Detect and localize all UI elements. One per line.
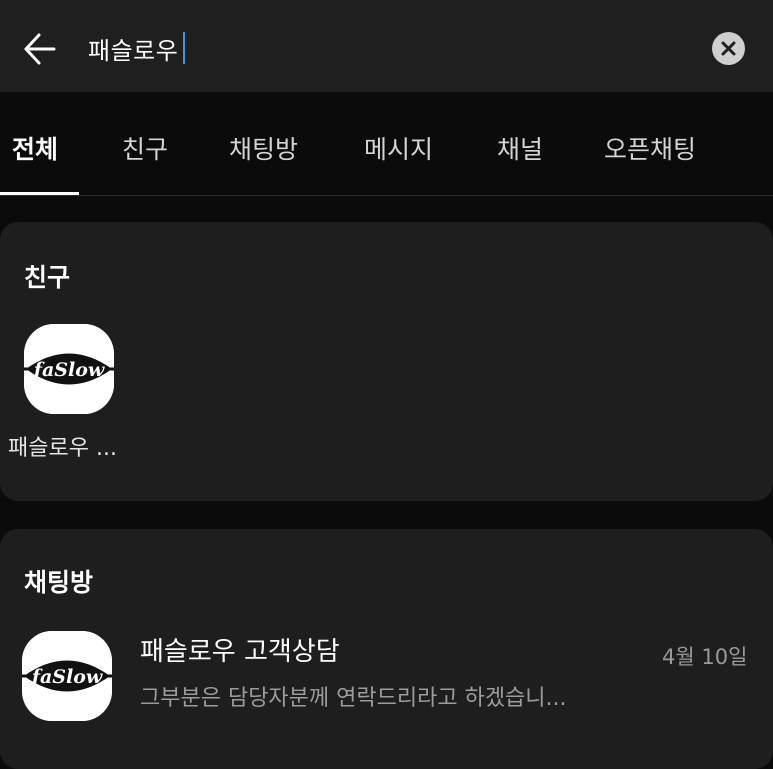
close-icon	[721, 41, 736, 56]
svg-text:faSlow: faSlow	[30, 666, 103, 688]
chatroom-date: 4월 10일	[662, 645, 748, 669]
chatroom-last-message: 그부분은 담당자분께 연락드리라고 하겠습니...	[140, 686, 567, 711]
chatroom-avatar: faSlow	[22, 631, 112, 721]
tab-open-chat[interactable]: 오픈채팅	[604, 130, 696, 166]
friend-name[interactable]: 패슬로우 ...	[8, 430, 117, 462]
search-bar: 패슬로우	[0, 0, 773, 92]
clear-search-button[interactable]	[712, 32, 745, 65]
tab-all[interactable]: 전체	[12, 130, 58, 166]
svg-text:faSlow: faSlow	[32, 359, 105, 381]
active-tab-indicator	[0, 192, 79, 195]
arrow-left-icon	[24, 33, 56, 65]
chatrooms-section: 채팅방 faSlow 패슬로우 고객상담 4월 10일 그부분은 담당자분께 연…	[0, 529, 773, 769]
tab-friends[interactable]: 친구	[122, 130, 168, 166]
friends-section: 친구 faSlow 패슬로우 ...	[0, 222, 773, 501]
tab-messages[interactable]: 메시지	[364, 130, 433, 166]
text-caret	[183, 32, 186, 64]
tab-chatrooms[interactable]: 채팅방	[229, 130, 298, 166]
tab-channels[interactable]: 채널	[497, 130, 543, 166]
chatroom-title: 패슬로우 고객상담	[140, 637, 340, 667]
category-tabs: 전체 친구 채팅방 메시지 채널 오픈채팅	[0, 92, 773, 196]
search-input[interactable]: 패슬로우	[88, 28, 186, 68]
chatroom-list-item[interactable]: faSlow 패슬로우 고객상담 4월 10일 그부분은 담당자분께 연락드리라…	[0, 629, 773, 725]
search-query-text: 패슬로우	[88, 36, 179, 65]
friend-avatar[interactable]: faSlow	[24, 324, 114, 414]
faslow-logo: faSlow	[24, 324, 114, 414]
chatrooms-section-title: 채팅방	[24, 568, 94, 597]
friends-section-title: 친구	[24, 263, 71, 292]
back-button[interactable]	[14, 24, 64, 74]
faslow-logo: faSlow	[22, 631, 112, 721]
